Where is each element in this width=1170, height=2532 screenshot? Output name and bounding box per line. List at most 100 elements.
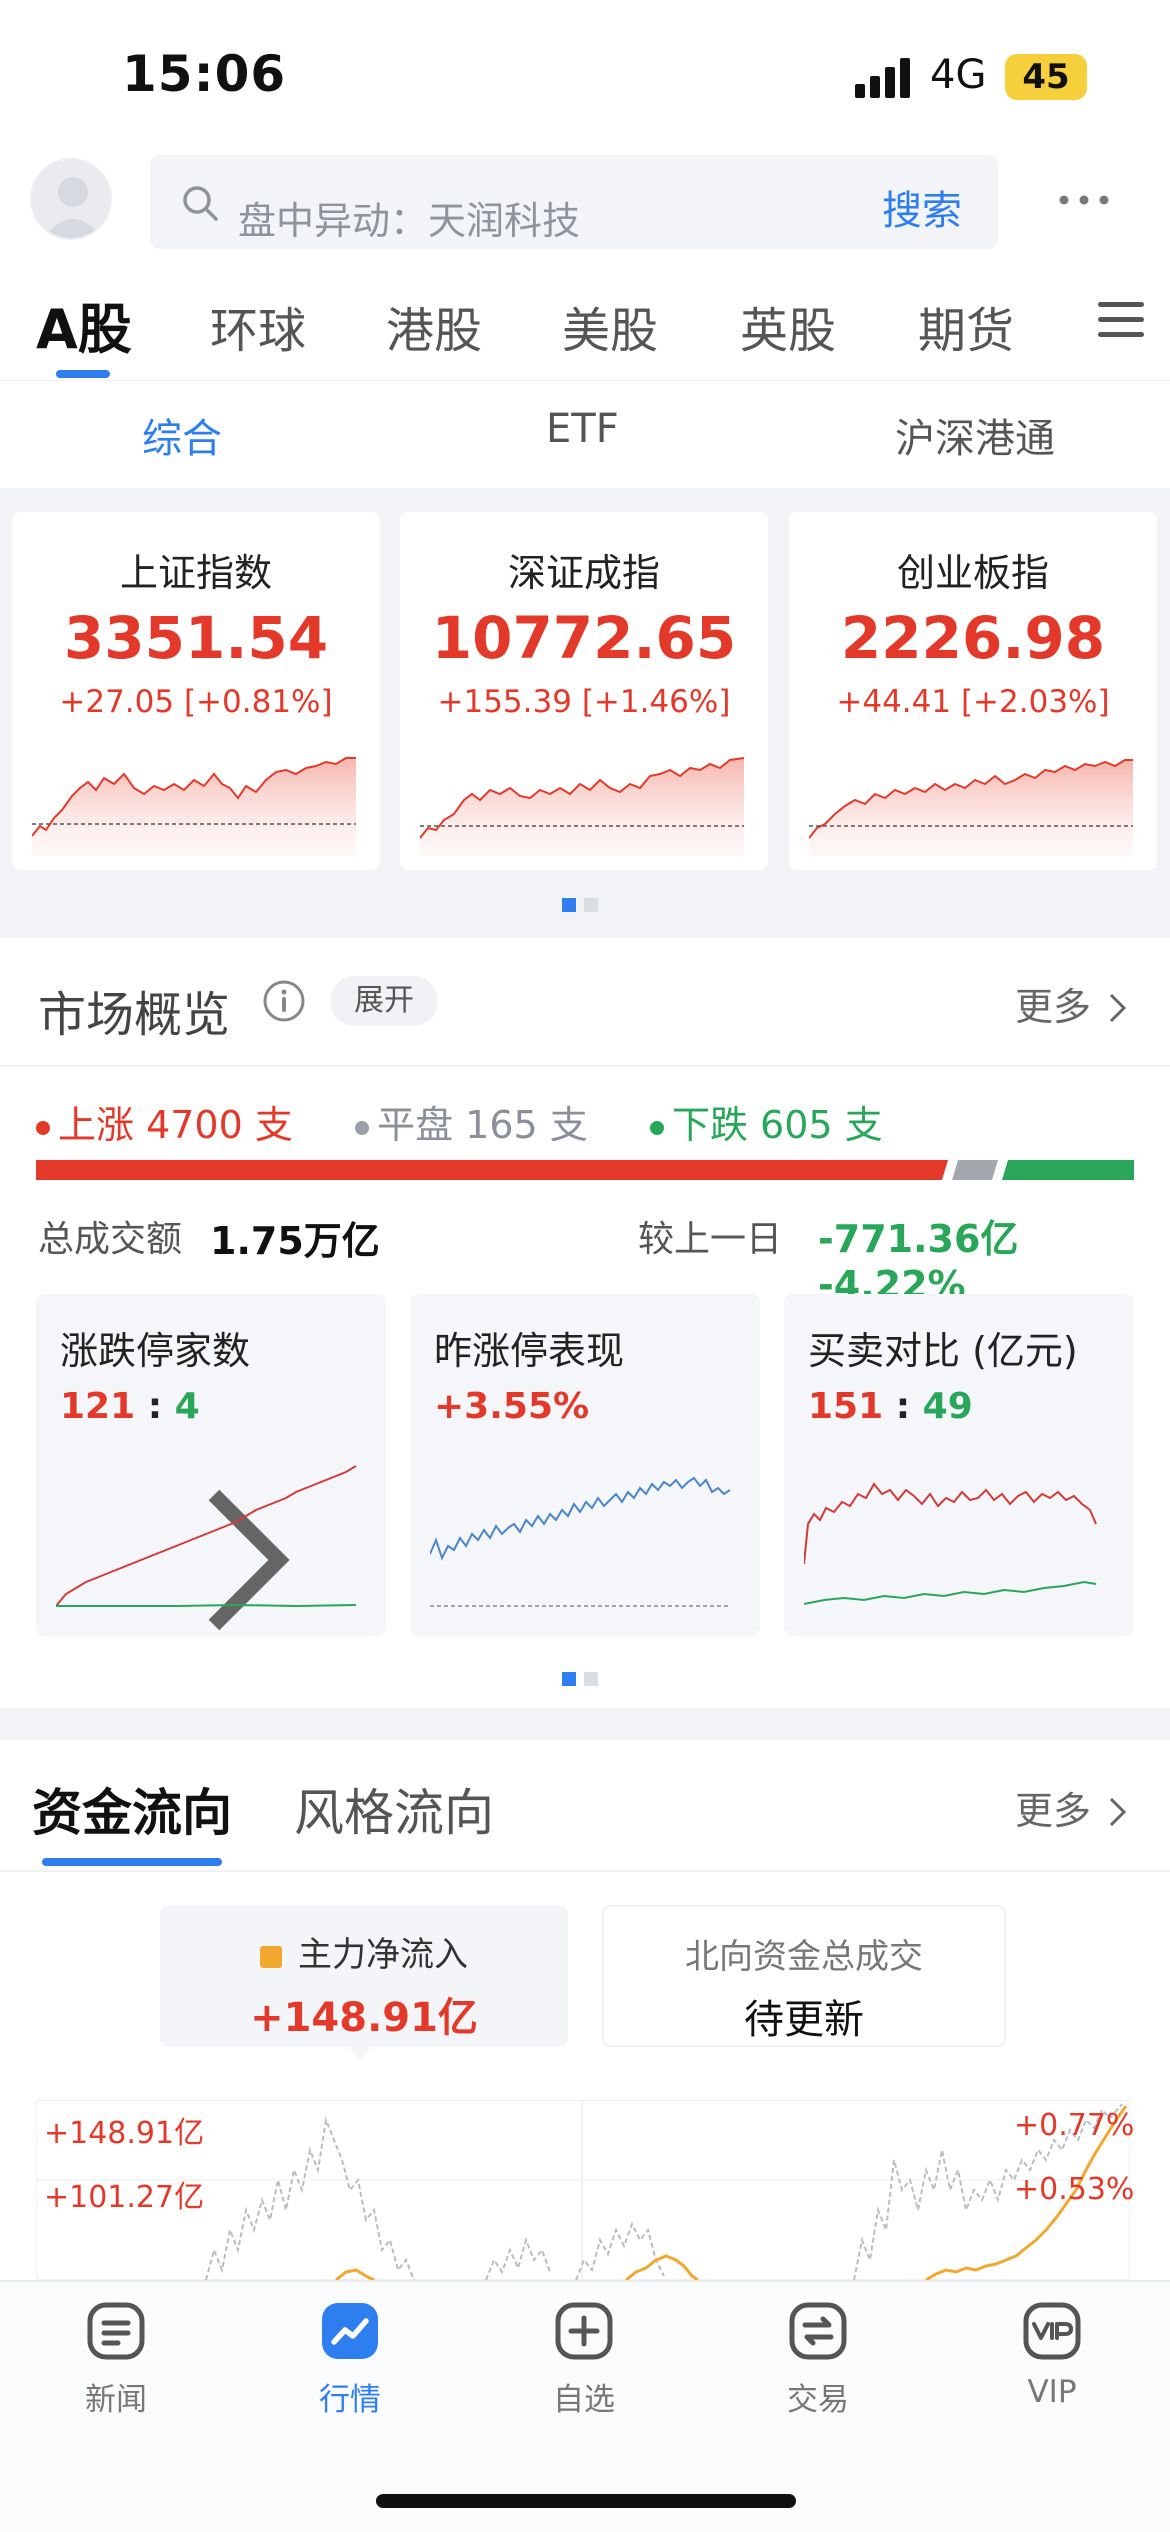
overview-title: 市场概览	[38, 987, 231, 1043]
info-icon[interactable]	[262, 979, 306, 1023]
flow-axis-left-top: +148.91亿	[44, 2116, 205, 2151]
search-icon	[183, 186, 218, 221]
tab-style-flow[interactable]: 风格流向	[294, 1773, 494, 1845]
yesterday-limit-card[interactable]: 昨涨停表现 +3.55%	[410, 1294, 760, 1636]
flow-more-link[interactable]: 更多	[1015, 1780, 1129, 1835]
buy-sell-ratio-card[interactable]: 买卖对比 (亿元) 151 : 49	[784, 1294, 1134, 1636]
northbound-box[interactable]: 北向资金总成交 待更新	[602, 1905, 1006, 2047]
divider	[0, 1065, 1170, 1067]
pager-dot-active	[562, 1672, 576, 1686]
cellular-signal-icon	[855, 58, 910, 98]
pager-dot	[584, 898, 598, 912]
nav-vip[interactable]: VIP	[982, 2300, 1122, 2410]
nav-label: 行情	[319, 2382, 381, 2418]
northbound-label: 北向资金总成交	[685, 1937, 923, 1977]
down-count: 下跌 605 支	[671, 1103, 883, 1147]
add-icon	[555, 2302, 613, 2360]
prev-day-label: 较上一日	[638, 1219, 783, 1260]
subtab-connect[interactable]: 沪深港通	[895, 406, 1055, 464]
advance-decline-bar	[36, 1160, 1134, 1180]
limit-ratio: 121 : 4	[60, 1386, 200, 1427]
nav-trade[interactable]: 交易	[748, 2300, 888, 2419]
overview-pager	[562, 1672, 598, 1686]
pager-dot-active	[562, 898, 576, 912]
limit-count-card[interactable]: 涨跌停家数 121 : 4	[36, 1294, 386, 1636]
avatar[interactable]	[30, 158, 112, 240]
trade-icon	[789, 2302, 847, 2360]
index-value: 10772.65	[431, 604, 737, 672]
main-inflow-box[interactable]: 主力净流入 +148.91亿	[160, 1905, 568, 2047]
more-options-icon[interactable]	[1058, 190, 1110, 210]
nav-label: 自选	[553, 2382, 615, 2418]
subtab-composite[interactable]: 综合	[142, 406, 222, 464]
tab-global[interactable]: 环球	[210, 291, 306, 361]
pointer-icon	[348, 2046, 372, 2060]
menu-icon[interactable]	[1098, 300, 1144, 340]
tab-hk[interactable]: 港股	[386, 291, 482, 361]
chevron-right-icon	[1110, 1797, 1127, 1827]
flat-count: 平盘 165 支	[377, 1103, 588, 1147]
market-trend-icon	[322, 2303, 378, 2359]
expand-button[interactable]: 展开	[330, 976, 438, 1026]
index-card-szse[interactable]: 深证成指 10772.65 +155.39 [+1.46%]	[400, 512, 768, 870]
more-label: 更多	[1015, 1789, 1092, 1833]
index-value: 3351.54	[63, 604, 329, 672]
subtab-etf[interactable]: ETF	[546, 406, 619, 452]
index-name: 创业板指	[896, 551, 1049, 595]
main-inflow-label: 主力净流入	[160, 1927, 568, 1976]
tab-us[interactable]: 美股	[562, 291, 658, 361]
index-sparkline	[809, 759, 1133, 856]
index-change: +44.41 [+2.03%]	[836, 684, 1110, 720]
search-button[interactable]: 搜索	[882, 178, 962, 236]
market-tabs: A股 环球 港股 美股 英股 期货	[0, 285, 1170, 380]
tab-fund-flow[interactable]: 资金流向	[32, 1773, 232, 1845]
network-type: 4G	[930, 52, 987, 98]
index-change: +27.05 [+0.81%]	[59, 684, 333, 720]
advance-decline-row: 上涨 4700 支 平盘 165 支 下跌 605 支	[36, 1094, 883, 1149]
search-placeholder[interactable]: 盘中异动：天润科技	[238, 190, 580, 245]
down-dot-icon	[649, 1120, 664, 1135]
nav-label: 新闻	[85, 2382, 147, 2418]
index-name: 深证成指	[507, 551, 660, 595]
nav-label: 交易	[787, 2382, 849, 2418]
turnover-value: 1.75万亿	[210, 1219, 380, 1263]
northbound-value: 待更新	[744, 1997, 864, 2043]
nav-news[interactable]: 新闻	[46, 2300, 186, 2419]
index-change: +155.39 [+1.46%]	[437, 684, 731, 720]
vip-icon	[1023, 2302, 1081, 2360]
news-icon	[87, 2302, 145, 2360]
divider	[0, 1870, 1170, 1872]
index-card-sse[interactable]: 上证指数 3351.54 +27.05 [+0.81%]	[12, 512, 380, 870]
flat-dot-icon	[355, 1120, 370, 1135]
status-time: 15:06	[122, 45, 287, 103]
card-title: 买卖对比 (亿元)	[808, 1329, 1078, 1373]
overview-more-link[interactable]: 更多	[1015, 976, 1129, 1031]
chevron-right-icon	[1110, 993, 1127, 1023]
nav-market[interactable]: 行情	[280, 2300, 420, 2419]
prev-day-change: -771.36亿 -4.22%	[818, 1217, 1019, 1307]
tab-indicator	[56, 370, 110, 378]
yesterday-limit-chart	[430, 1476, 731, 1607]
flow-axis-left-mid: +101.27亿	[44, 2180, 205, 2215]
turnover-label: 总成交额	[38, 1219, 183, 1260]
limit-count-chart	[56, 1465, 357, 1608]
nav-watchlist[interactable]: 自选	[514, 2300, 654, 2419]
tab-futures[interactable]: 期货	[918, 291, 1014, 361]
nav-label: VIP	[1027, 2374, 1077, 2410]
tab-uk[interactable]: 英股	[740, 291, 836, 361]
index-name: 上证指数	[119, 551, 272, 595]
index-card-chinext[interactable]: 创业板指 2226.98 +44.41 [+2.03%]	[789, 512, 1157, 870]
card-title: 涨跌停家数	[60, 1320, 290, 1631]
flow-tab-indicator	[42, 1858, 222, 1866]
home-indicator[interactable]	[376, 2494, 796, 2508]
up-dot-icon	[36, 1120, 50, 1135]
card-title: 昨涨停表现	[434, 1329, 625, 1373]
index-value: 2226.98	[840, 604, 1106, 672]
up-count: 上涨 4700 支	[58, 1103, 293, 1147]
buy-sell-ratio: 151 : 49	[808, 1386, 973, 1427]
index-sparkline	[420, 757, 745, 856]
tab-a-share[interactable]: A股	[36, 285, 132, 364]
legend-square-icon	[260, 1946, 282, 1968]
main-inflow-value: +148.91亿	[250, 1995, 478, 2041]
index-sparkline	[32, 757, 356, 856]
